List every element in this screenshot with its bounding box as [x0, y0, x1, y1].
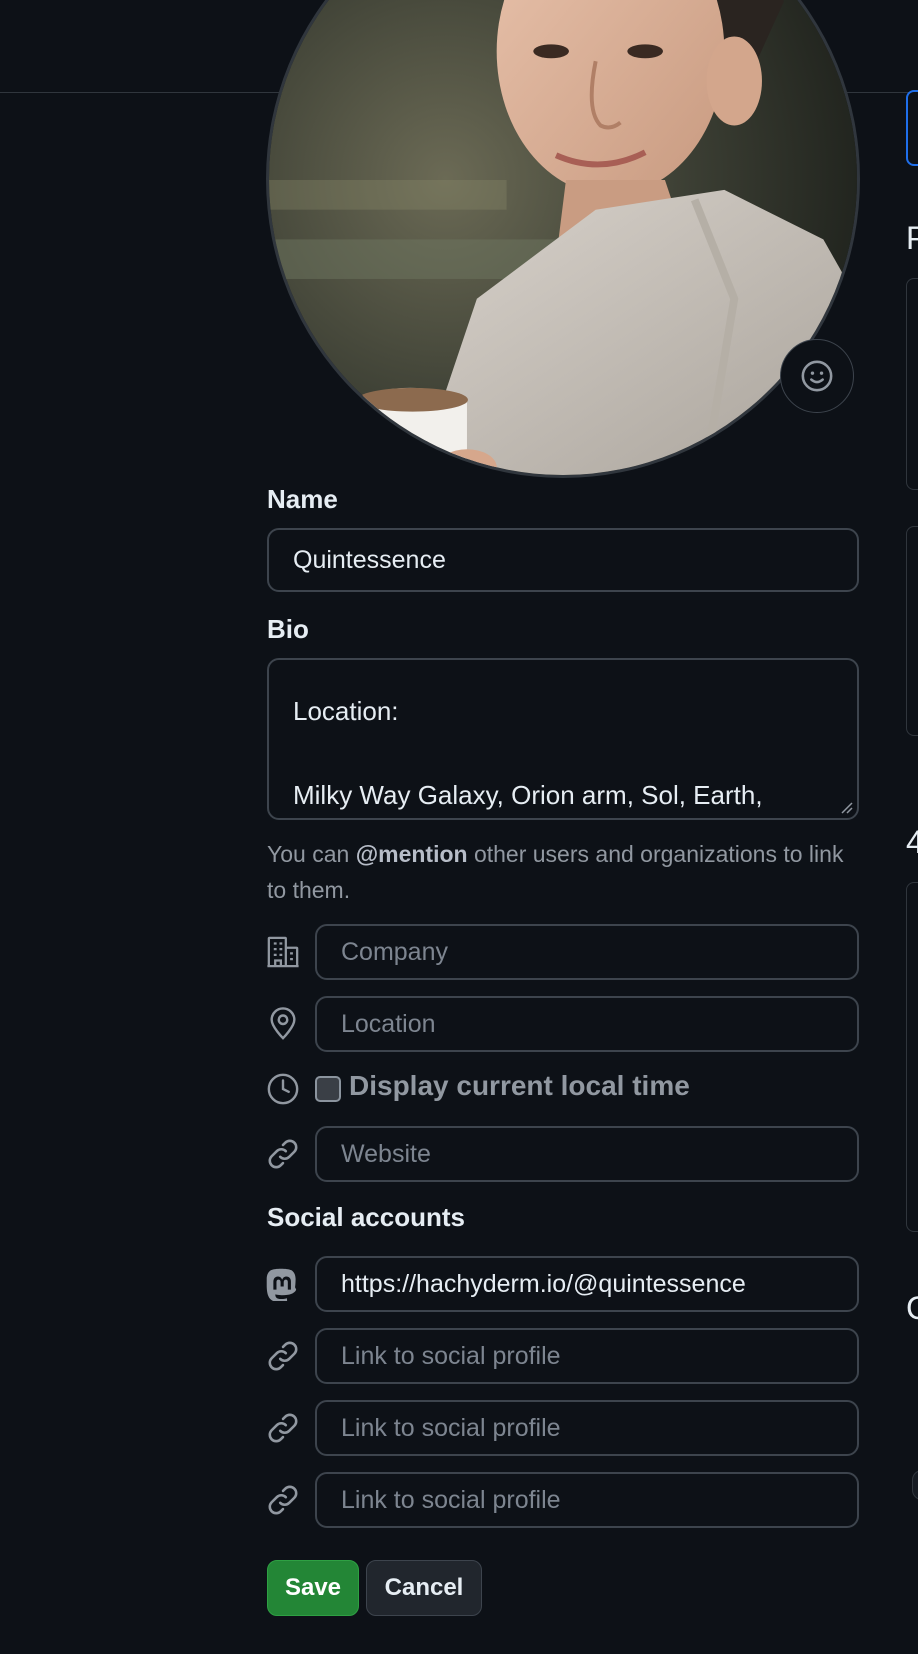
hint-prefix: You can [267, 841, 356, 867]
social-account-input[interactable]: Link to social profile [315, 1328, 859, 1384]
avatar-emoji-button[interactable] [780, 339, 854, 413]
name-label: Name [267, 484, 338, 514]
profile-edit-page: P 4 C Name Quintessence Bio Location: Mi… [0, 0, 918, 1654]
edge-text-fragment: P [906, 220, 918, 256]
website-input[interactable]: Website [315, 1126, 859, 1182]
save-button[interactable]: Save [267, 1560, 359, 1616]
social-accounts-label: Social accounts [267, 1202, 465, 1232]
cancel-button[interactable]: Cancel [366, 1560, 482, 1616]
bio-line: Location: [293, 696, 399, 726]
bio-line: Milky Way Galaxy, Orion arm, Sol, Earth, [293, 780, 763, 810]
link-icon [268, 1341, 298, 1371]
clock-icon [267, 1073, 299, 1105]
organization-icon [267, 936, 299, 968]
edge-card-fragment [906, 278, 918, 490]
social-account-input-mastodon[interactable]: https://hachyderm.io/@quintessence [315, 1256, 859, 1312]
link-icon [268, 1413, 298, 1443]
social-account-input[interactable]: Link to social profile [315, 1472, 859, 1528]
link-icon [268, 1139, 298, 1169]
edge-card-fragment [906, 882, 918, 1232]
avatar-photo [269, 0, 857, 475]
name-field[interactable]: Quintessence [267, 528, 859, 592]
company-input[interactable]: Company [315, 924, 859, 980]
edge-dot-fragment [912, 1470, 918, 1500]
social-account-input[interactable]: Link to social profile [315, 1400, 859, 1456]
location-input[interactable]: Location [315, 996, 859, 1052]
link-icon [268, 1485, 298, 1515]
avatar[interactable] [266, 0, 860, 478]
edge-text-fragment: 4 [906, 824, 918, 860]
local-time-checkbox[interactable] [315, 1076, 341, 1102]
edge-button-fragment [906, 90, 918, 166]
edge-card-fragment [906, 526, 918, 736]
local-time-label[interactable]: Display current local time [349, 1070, 690, 1102]
smiley-icon [801, 360, 833, 392]
location-icon [270, 1007, 296, 1040]
resize-grip-icon[interactable] [839, 800, 853, 814]
bio-label: Bio [267, 614, 309, 644]
bio-textarea[interactable]: Location: Milky Way Galaxy, Orion arm, S… [267, 658, 859, 820]
mention-hint: You can @mention other users and organiz… [267, 836, 863, 908]
hint-mention: @mention [355, 841, 468, 867]
edge-text-fragment: C [906, 1290, 918, 1326]
mastodon-icon [266, 1268, 297, 1301]
